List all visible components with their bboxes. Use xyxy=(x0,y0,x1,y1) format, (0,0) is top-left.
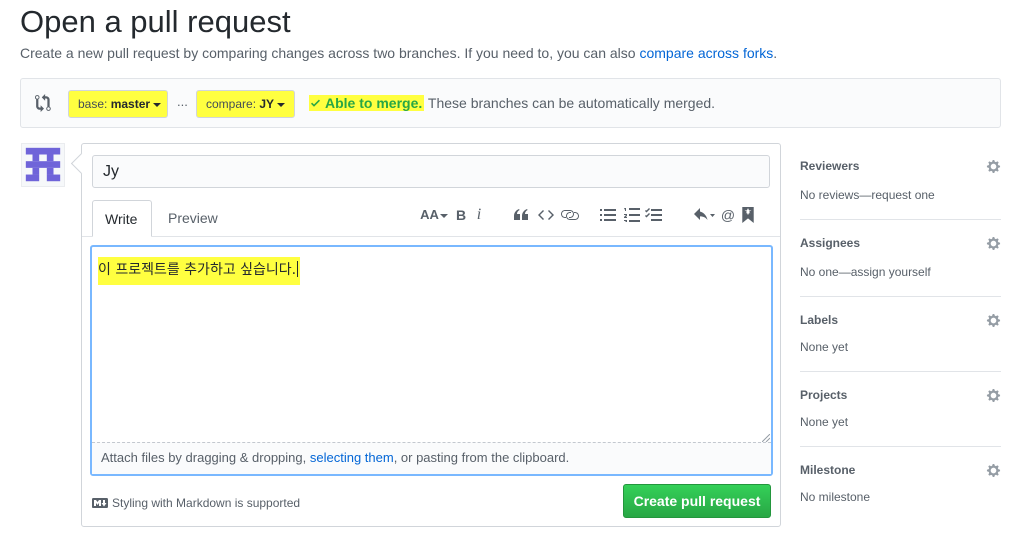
check-icon xyxy=(311,99,320,107)
base-branch-name: master xyxy=(110,97,151,111)
sidebar-divider xyxy=(800,219,1001,220)
sidebar-heading: Reviewers xyxy=(800,159,860,173)
sidebar-heading: Assignees xyxy=(800,236,861,250)
caret-down-icon xyxy=(439,213,448,218)
subtitle-text: Create a new pull request by comparing c… xyxy=(20,45,640,61)
gear-icon[interactable] xyxy=(986,159,1001,174)
sidebar-value: None yet xyxy=(800,340,849,354)
sidebar-heading: Milestone xyxy=(800,463,856,477)
gear-icon[interactable] xyxy=(986,236,1001,251)
sidebar-heading: Projects xyxy=(800,388,848,402)
sidebar-divider xyxy=(800,446,1001,447)
range-ellipsis: ... xyxy=(177,94,188,109)
link-icon[interactable] xyxy=(561,208,579,222)
ordered-list-icon[interactable] xyxy=(624,208,640,222)
unordered-list-icon[interactable] xyxy=(600,208,616,222)
compare-branch-selector[interactable]: compare: JY xyxy=(196,90,295,118)
create-pull-request-button[interactable]: Create pull request xyxy=(623,484,771,518)
sidebar-value: None yet xyxy=(800,415,849,429)
sidebar-divider xyxy=(800,371,1001,372)
subtitle-suffix: . xyxy=(773,45,778,61)
tab-write[interactable]: Write xyxy=(92,200,152,237)
gear-icon[interactable] xyxy=(986,313,1001,328)
text-cursor xyxy=(297,261,299,277)
bookmark-icon[interactable] xyxy=(742,207,754,223)
italic-button[interactable]: i xyxy=(472,204,486,226)
merge-status-text: Able to merge. xyxy=(325,95,423,111)
tab-preview[interactable]: Preview xyxy=(156,200,230,237)
sidebar-divider xyxy=(800,296,1001,297)
avatar-identicon xyxy=(21,143,65,187)
page-subtitle: Create a new pull request by comparing c… xyxy=(20,45,777,61)
gear-icon[interactable] xyxy=(986,463,1001,478)
sidebar-value: No reviews—request one xyxy=(800,188,935,202)
mention-button[interactable]: @ xyxy=(719,204,737,226)
pull-request-form: Jy Write Preview AA B i @ 이 프로젝트를 추가하고 싶… xyxy=(81,143,781,527)
selecting-them-link[interactable]: selecting them xyxy=(310,450,394,465)
drop-text-suffix: , or pasting from the clipboard. xyxy=(393,450,570,465)
markdown-icon xyxy=(92,498,108,508)
sidebar-heading: Labels xyxy=(800,313,839,327)
branch-range-bar: base: master ... compare: JY Able to mer… xyxy=(20,78,1001,128)
sidebar-value: No milestone xyxy=(800,490,871,504)
pr-title-input[interactable]: Jy xyxy=(92,155,770,188)
markdown-support-note: Styling with Markdown is supported xyxy=(92,496,300,510)
compare-prefix: compare: xyxy=(206,97,257,111)
merge-ok: Able to merge. xyxy=(309,95,425,111)
drop-text: Attach files by dragging & dropping, xyxy=(101,450,310,465)
compare-branch-name: JY xyxy=(259,97,275,111)
git-compare-icon xyxy=(35,94,51,112)
quote-icon[interactable] xyxy=(513,208,529,222)
base-branch-selector[interactable]: base: master xyxy=(68,90,168,118)
code-icon[interactable] xyxy=(538,208,554,222)
header-text-label: AA xyxy=(420,207,439,222)
sidebar-value: No one—assign yourself xyxy=(800,265,931,279)
pr-body-text: 이 프로젝트를 추가하고 싶습니다. xyxy=(98,257,301,285)
markdown-note-text: Styling with Markdown is supported xyxy=(112,496,301,510)
pr-body-textarea[interactable]: 이 프로젝트를 추가하고 싶습니다. Attach files by dragg… xyxy=(90,245,773,476)
merge-message: These branches can be automatically merg… xyxy=(427,95,716,111)
page-title: Open a pull request xyxy=(20,4,291,39)
gear-icon[interactable] xyxy=(986,388,1001,403)
merge-status: Able to merge. These branches can be aut… xyxy=(309,95,715,111)
bold-button[interactable]: B xyxy=(452,204,470,226)
tabs-divider xyxy=(82,236,780,237)
resize-handle-icon[interactable] xyxy=(762,434,770,442)
compare-across-forks-link[interactable]: compare across forks xyxy=(639,45,773,61)
file-drop-zone[interactable]: Attach files by dragging & dropping, sel… xyxy=(92,442,771,474)
header-text-button[interactable]: AA xyxy=(420,204,448,226)
caret-down-icon xyxy=(153,102,162,107)
pr-body-value: 이 프로젝트를 추가하고 싶습니다. xyxy=(98,262,297,278)
caret-down-icon xyxy=(277,102,286,107)
base-prefix: base: xyxy=(78,97,108,111)
task-list-icon[interactable] xyxy=(644,208,662,222)
reply-icon[interactable] xyxy=(694,208,716,222)
